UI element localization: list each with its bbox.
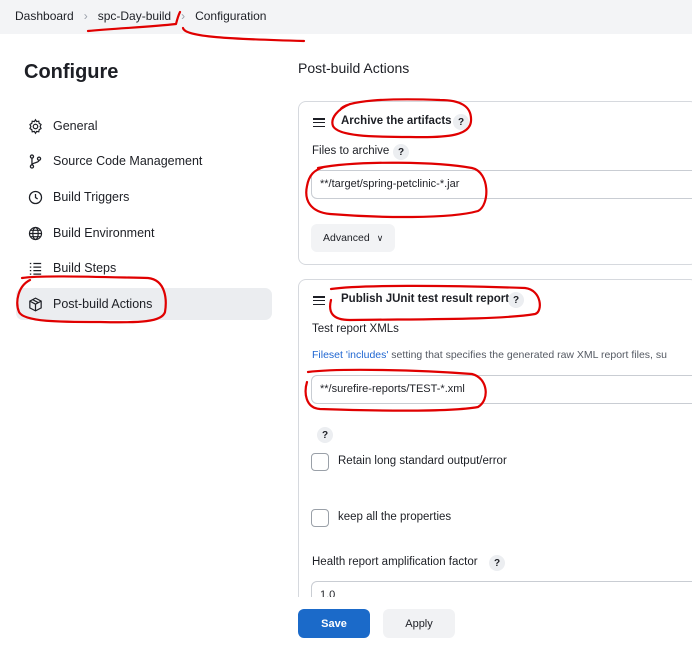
apply-button[interactable]: Apply (383, 609, 455, 638)
files-to-archive-input[interactable]: **/target/spring-petclinic-*.jar (311, 170, 692, 199)
section-title: Post-build Actions (298, 60, 410, 76)
help-icon[interactable]: ? (393, 144, 409, 160)
files-to-archive-label: Files to archive (312, 145, 390, 157)
test-report-xmls-description: Fileset 'includes' setting that specifie… (312, 349, 667, 361)
drag-handle-icon[interactable] (313, 118, 325, 128)
advanced-button[interactable]: Advanced ∨ (311, 224, 396, 252)
globe-icon (26, 224, 44, 242)
sidebar-item-build-environment[interactable]: Build Environment (16, 217, 272, 249)
publish-junit-title: Publish JUnit test result report (341, 293, 510, 305)
sidebar-item-source-code-management[interactable]: Source Code Management (16, 145, 272, 177)
help-icon[interactable]: ? (489, 555, 505, 571)
help-icon[interactable]: ? (317, 427, 333, 443)
breadcrumb: Dashboard › spc-Day-build › Configuratio… (15, 9, 266, 23)
chevron-right-icon: › (83, 9, 88, 23)
top-bar: Dashboard › spc-Day-build › Configuratio… (0, 0, 692, 34)
test-report-xmls-label: Test report XMLs (312, 323, 399, 335)
branch-icon (26, 152, 44, 170)
chevron-right-icon: › (181, 9, 186, 23)
package-icon (26, 295, 44, 313)
archive-artifacts-title: Archive the artifacts (341, 115, 452, 127)
breadcrumb-configuration[interactable]: Configuration (195, 9, 266, 23)
sidebar-item-build-steps[interactable]: Build Steps (16, 252, 272, 284)
chevron-down-icon: ∨ (376, 232, 384, 243)
help-icon[interactable]: ? (453, 114, 469, 130)
sidebar-item-label: Build Steps (53, 261, 117, 275)
sidebar-item-label: Source Code Management (53, 154, 203, 168)
fileset-includes-link[interactable]: Fileset 'includes' (312, 349, 388, 361)
help-icon[interactable]: ? (508, 292, 524, 308)
advanced-label: Advanced (323, 232, 370, 244)
keep-properties-checkbox[interactable] (311, 509, 329, 527)
clock-icon (26, 188, 44, 206)
list-icon (26, 259, 44, 277)
drag-handle-icon[interactable] (313, 296, 325, 306)
sidebar-item-label: Post-build Actions (53, 297, 153, 311)
retain-output-label: Retain long standard output/error (338, 455, 507, 467)
sidebar-item-general[interactable]: General (16, 110, 272, 142)
archive-artifacts-card: Archive the artifacts ? Files to archive… (298, 101, 692, 265)
sidebar-item-label: Build Environment (53, 226, 155, 240)
publish-junit-card: Publish JUnit test result report ? Test … (298, 279, 692, 619)
sidebar-item-label: General (53, 119, 98, 133)
page-title: Configure (24, 61, 119, 83)
health-factor-label: Health report amplification factor (312, 556, 478, 568)
test-report-xmls-input[interactable]: **/surefire-reports/TEST-*.xml (311, 375, 692, 404)
breadcrumb-dashboard[interactable]: Dashboard (15, 9, 74, 23)
sidebar-item-post-build-actions[interactable]: Post-build Actions (16, 288, 272, 320)
save-button[interactable]: Save (298, 609, 370, 638)
retain-output-checkbox[interactable] (311, 453, 329, 471)
sidebar-item-label: Build Triggers (53, 190, 130, 204)
breadcrumb-job[interactable]: spc-Day-build (98, 9, 171, 23)
sidebar-item-build-triggers[interactable]: Build Triggers (16, 181, 272, 213)
keep-properties-label: keep all the properties (338, 511, 452, 523)
gear-icon (26, 117, 44, 135)
description-text: setting that specifies the generated raw… (388, 349, 667, 361)
